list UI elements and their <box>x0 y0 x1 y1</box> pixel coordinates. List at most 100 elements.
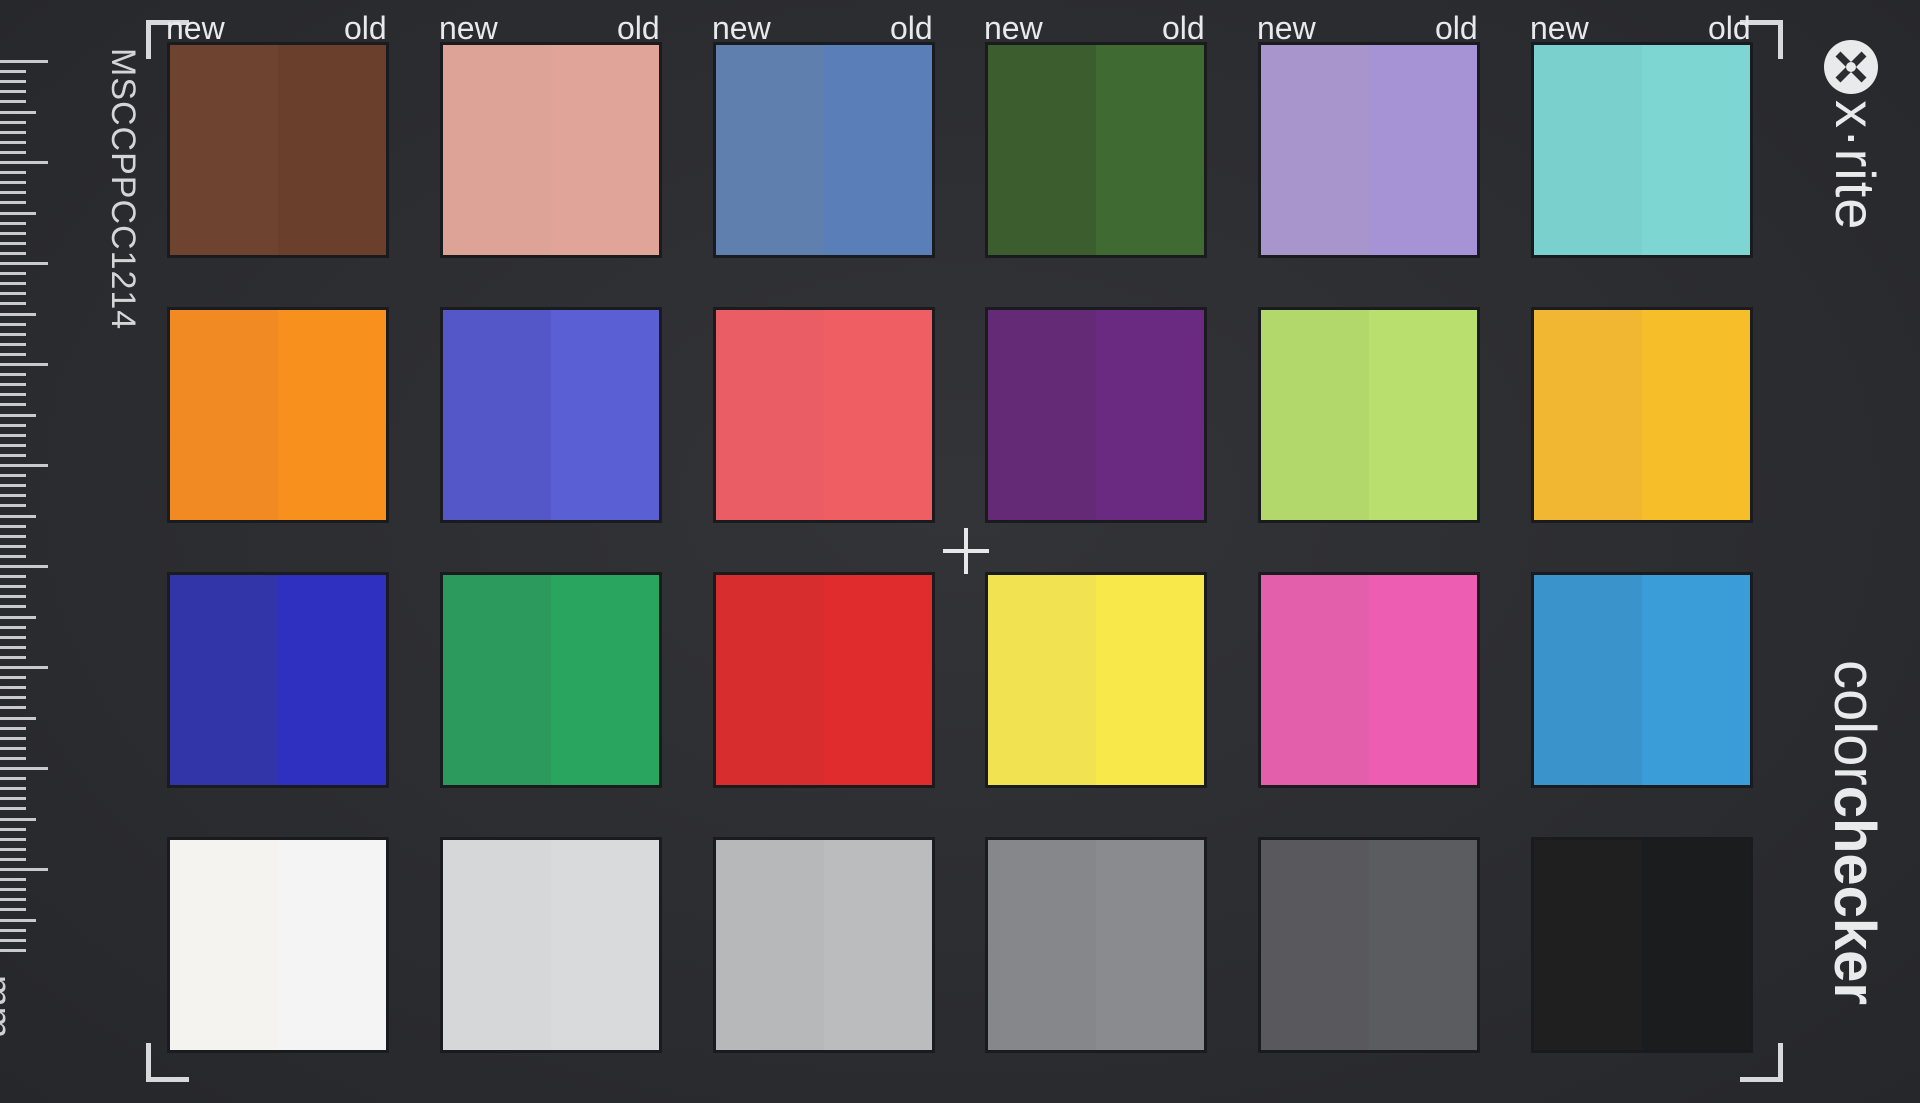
ruler-tick <box>0 787 26 791</box>
ruler-tick <box>0 847 26 851</box>
ruler-tick <box>0 938 26 942</box>
ruler-tick <box>0 241 26 245</box>
ruler-tick <box>0 595 26 599</box>
ruler-tick <box>0 130 26 134</box>
ruler-tick <box>0 746 26 750</box>
color-patch <box>1534 575 1750 785</box>
patch-old-half <box>278 840 386 1050</box>
patch-old-half <box>1369 840 1477 1050</box>
ruler-tick <box>0 686 26 690</box>
ruler-tick <box>0 645 26 649</box>
ruler-tick <box>0 888 26 892</box>
patch-old-half <box>824 575 932 785</box>
ruler-tick <box>0 322 26 326</box>
ruler-tick <box>0 433 26 437</box>
color-patch <box>988 45 1204 255</box>
color-patch <box>1261 840 1477 1050</box>
color-patch <box>716 840 932 1050</box>
ruler-tick <box>0 898 26 902</box>
ruler-tick <box>0 494 26 498</box>
new-label: new <box>439 10 498 46</box>
ruler-tick <box>0 817 36 821</box>
ruler-tick <box>0 666 48 669</box>
ruler-tick <box>0 272 26 276</box>
color-patch <box>988 840 1204 1050</box>
ruler-tick <box>0 625 26 629</box>
ruler-tick <box>0 312 36 316</box>
color-patch <box>443 310 659 520</box>
product-name-bold: checker <box>1822 785 1887 1006</box>
patch-new-half <box>716 310 824 520</box>
patch-new-half <box>716 45 824 255</box>
color-checker-card: mm MSCCPPCC1214 new old new old new old new old… <box>0 0 1920 1103</box>
old-label: old <box>890 10 933 46</box>
ruler-unit-label: mm <box>0 975 18 1039</box>
patch-new-half <box>170 575 278 785</box>
patch-new-half <box>988 575 1096 785</box>
ruler-tick <box>0 161 48 164</box>
patch-new-half <box>443 45 551 255</box>
ruler-tick <box>0 655 26 659</box>
patch-new-half <box>1261 575 1369 785</box>
ruler-tick <box>0 292 26 296</box>
ruler-tick <box>0 767 48 770</box>
color-patch <box>988 575 1204 785</box>
ruler-tick <box>0 524 26 528</box>
color-patch <box>170 575 386 785</box>
ruler-tick <box>0 615 36 619</box>
ruler-tick <box>0 716 36 720</box>
patch-old-half <box>551 310 659 520</box>
patch-old-half <box>1642 575 1750 785</box>
ruler-tick <box>0 605 26 609</box>
ruler-tick <box>0 464 48 467</box>
ruler-tick <box>0 262 48 265</box>
ruler-tick <box>0 948 26 952</box>
ruler-tick <box>0 70 26 74</box>
ruler-tick <box>0 484 26 488</box>
patch-new-half <box>1534 840 1642 1050</box>
ruler-tick <box>0 706 26 710</box>
patch-old-half <box>551 575 659 785</box>
color-patch <box>443 45 659 255</box>
patch-old-half <box>551 45 659 255</box>
ruler-tick <box>0 363 48 366</box>
ruler-tick <box>0 777 26 781</box>
ruler-tick <box>0 423 26 427</box>
ruler-tick <box>0 736 26 740</box>
new-label: new <box>984 10 1043 46</box>
patch-new-half <box>1534 45 1642 255</box>
ruler-tick <box>0 807 26 811</box>
serial-number: MSCCPPCC1214 <box>104 48 142 331</box>
ruler-tick <box>0 504 26 508</box>
patch-new-half <box>988 310 1096 520</box>
new-label: new <box>1530 10 1589 46</box>
ruler-tick <box>0 565 48 568</box>
ruler-tick <box>0 140 26 144</box>
ruler-tick <box>0 453 26 457</box>
ruler-tick <box>0 403 26 407</box>
patch-old-half <box>551 840 659 1050</box>
ruler-tick <box>0 352 26 356</box>
patch-old-half <box>1642 310 1750 520</box>
new-label: new <box>712 10 771 46</box>
color-patch <box>716 310 932 520</box>
patch-old-half <box>1642 840 1750 1050</box>
color-patch <box>170 45 386 255</box>
patch-old-half <box>824 310 932 520</box>
ruler-tick <box>0 373 26 377</box>
patch-new-half <box>170 310 278 520</box>
ruler-tick <box>0 251 26 255</box>
ruler-tick <box>0 554 26 558</box>
ruler-tick <box>0 100 26 104</box>
ruler-tick <box>0 928 26 932</box>
ruler-tick <box>0 868 48 871</box>
color-patch <box>1261 575 1477 785</box>
ruler-tick <box>0 211 36 215</box>
patch-old-half <box>1096 310 1204 520</box>
ruler-tick <box>0 585 26 589</box>
patch-new-half <box>1261 840 1369 1050</box>
ruler-tick <box>0 443 26 447</box>
old-label: old <box>617 10 660 46</box>
ruler-tick <box>0 635 26 639</box>
patch-old-half <box>1642 45 1750 255</box>
